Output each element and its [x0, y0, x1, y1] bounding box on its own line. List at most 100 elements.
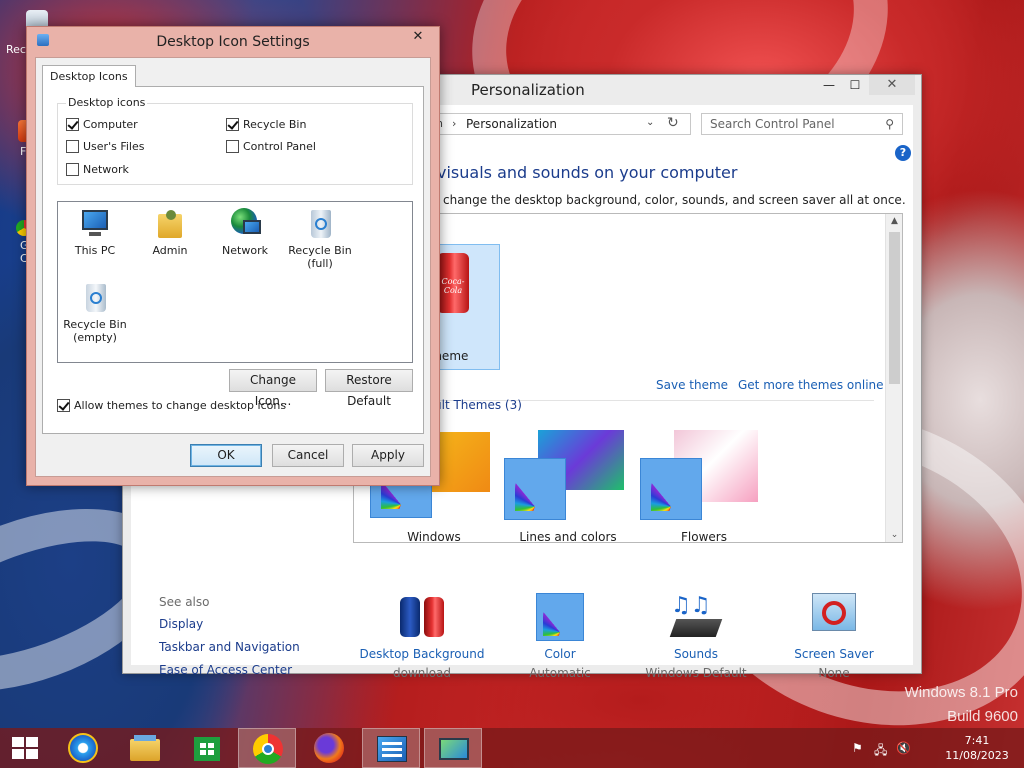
screen-saver-setting[interactable]: Screen Saver None: [769, 593, 899, 680]
change-icon-button[interactable]: Change Icon...: [229, 369, 317, 408]
see-also-link-ease-of-access[interactable]: Ease of Access Center: [159, 663, 292, 677]
taskbar-control-panel[interactable]: [362, 728, 420, 768]
color-palette-icon: [504, 458, 566, 520]
checkbox-box[interactable]: [57, 399, 70, 412]
checkbox-label: Control Panel: [243, 140, 316, 153]
see-also-link-display[interactable]: Display: [159, 617, 203, 631]
list-item-admin[interactable]: Admin: [135, 208, 205, 257]
see-also-link-taskbar[interactable]: Taskbar and Navigation: [159, 640, 300, 654]
tab-page: Desktop icons Computer Recycle Bin User'…: [42, 86, 424, 434]
scroll-down-icon[interactable]: ⌄: [886, 530, 902, 540]
setting-value: Windows Default: [645, 666, 747, 680]
theme-tile-flowers[interactable]: [640, 430, 760, 522]
this-pc-icon: [79, 208, 111, 240]
checkbox-allow-themes[interactable]: Allow themes to change desktop icons: [57, 399, 286, 412]
refresh-icon[interactable]: ↻: [667, 115, 679, 131]
checkbox-label: Recycle Bin: [243, 118, 307, 131]
search-icon[interactable]: ⚲: [885, 117, 894, 131]
taskbar-store[interactable]: [178, 728, 236, 768]
maximize-button[interactable]: ☐: [841, 75, 869, 95]
theme-name: Windows: [407, 530, 461, 543]
get-more-themes-link[interactable]: Get more themes online: [738, 378, 884, 392]
color-icon: [536, 593, 584, 643]
tab-desktop-icons[interactable]: Desktop Icons: [42, 65, 136, 87]
checkbox-computer[interactable]: Computer: [66, 118, 138, 131]
list-item-this-pc[interactable]: This PC: [60, 208, 130, 257]
clock-date: 11/08/2023: [945, 749, 1009, 762]
taskbar-file-explorer[interactable]: [116, 728, 174, 768]
chevron-down-icon[interactable]: ⌄: [646, 117, 654, 128]
restore-default-button[interactable]: Restore Default: [325, 369, 413, 408]
setting-title: Screen Saver: [794, 647, 874, 661]
dialog-title: Desktop Icon Settings: [156, 34, 310, 50]
start-button[interactable]: [0, 728, 58, 768]
checkbox-box[interactable]: [66, 163, 79, 176]
cancel-button[interactable]: Cancel: [272, 444, 344, 467]
coca-cola-can-image: Coca-Cola: [437, 253, 469, 313]
apply-button[interactable]: Apply: [352, 444, 424, 467]
page-subtitle: change the desktop background, color, so…: [443, 193, 906, 207]
recycle-bin-full-icon: [304, 208, 336, 240]
desktop-background-setting[interactable]: Desktop Background download: [357, 593, 487, 680]
user-folder-icon: [154, 208, 186, 240]
page-title: visuals and sounds on your computer: [437, 163, 738, 182]
search-box[interactable]: Search Control Panel ⚲: [701, 113, 903, 135]
network-icon[interactable]: 🖧: [874, 741, 887, 762]
theme-name: Lines and colors: [519, 530, 617, 543]
color-setting[interactable]: Color Automatic: [495, 593, 625, 680]
checkbox-network[interactable]: Network: [66, 163, 129, 176]
sounds-setting[interactable]: ♫♫ Sounds Windows Default: [631, 593, 761, 680]
taskbar-chrome[interactable]: [238, 728, 296, 768]
checkbox-box[interactable]: [226, 118, 239, 131]
checkbox-recycle-bin[interactable]: Recycle Bin: [226, 118, 306, 131]
taskbar-personalization[interactable]: [424, 728, 482, 768]
scrollbar-thumb[interactable]: [889, 232, 900, 384]
list-item-recycle-bin-full[interactable]: Recycle Bin (full): [285, 208, 355, 270]
theme-tile-lines-and-colors[interactable]: [504, 430, 624, 522]
checkbox-users-files[interactable]: User's Files: [66, 140, 144, 153]
group-label: Desktop icons: [66, 96, 148, 109]
checkbox-box[interactable]: [66, 140, 79, 153]
os-watermark-build: Build 9600: [947, 708, 1018, 725]
dialog-close-button[interactable]: ✕: [403, 27, 433, 47]
help-icon[interactable]: ?: [895, 145, 911, 161]
checkbox-label: Computer: [83, 118, 138, 131]
theme-list-scrollbar[interactable]: ▲ ⌄: [885, 214, 902, 542]
clock-time: 7:41: [964, 734, 990, 747]
close-button[interactable]: ✕: [869, 75, 915, 95]
list-item-recycle-bin-empty[interactable]: Recycle Bin (empty): [60, 282, 130, 344]
ok-button[interactable]: OK: [190, 444, 262, 467]
volume-muted-icon[interactable]: 🔇: [896, 741, 911, 755]
list-item-label: Recycle Bin (full): [288, 244, 352, 270]
setting-title: Sounds: [673, 647, 719, 661]
taskbar-internet-explorer[interactable]: [54, 728, 112, 768]
icon-list[interactable]: This PC Admin Network Recycle Bin (full)…: [57, 201, 413, 363]
os-watermark-edition: Windows 8.1 Pro: [904, 684, 1018, 701]
clock[interactable]: 7:41 11/08/2023: [942, 733, 1012, 763]
breadcrumb-separator[interactable]: ›: [452, 117, 456, 130]
scroll-up-icon[interactable]: ▲: [886, 216, 902, 226]
save-theme-link[interactable]: Save theme: [656, 378, 728, 392]
checkbox-control-panel[interactable]: Control Panel: [226, 140, 316, 153]
flag-icon[interactable]: ⚑: [852, 741, 863, 755]
checkbox-label: Network: [83, 163, 129, 176]
color-palette-icon: [640, 458, 702, 520]
setting-title: Color: [544, 647, 576, 661]
checkbox-label: User's Files: [83, 140, 145, 153]
list-item-label: Recycle Bin (empty): [63, 318, 127, 344]
minimize-button[interactable]: —: [815, 75, 843, 95]
default-themes-heading: ult Themes (3): [434, 398, 522, 412]
breadcrumb-current[interactable]: Personalization: [466, 117, 557, 131]
recycle-bin-empty-icon: [79, 282, 111, 314]
checkbox-box[interactable]: [226, 140, 239, 153]
list-item-network[interactable]: Network: [210, 208, 280, 257]
search-input[interactable]: Search Control Panel: [710, 117, 835, 131]
theme-name: Flowers: [681, 530, 727, 543]
can-label: Coca-Cola: [441, 277, 465, 295]
control-panel-icon: [377, 734, 407, 764]
checkbox-box[interactable]: [66, 118, 79, 131]
setting-title: Desktop Background: [359, 647, 485, 661]
list-item-label: This PC: [74, 244, 116, 257]
taskbar-firefox[interactable]: [300, 728, 358, 768]
screen-saver-icon: [810, 593, 858, 643]
